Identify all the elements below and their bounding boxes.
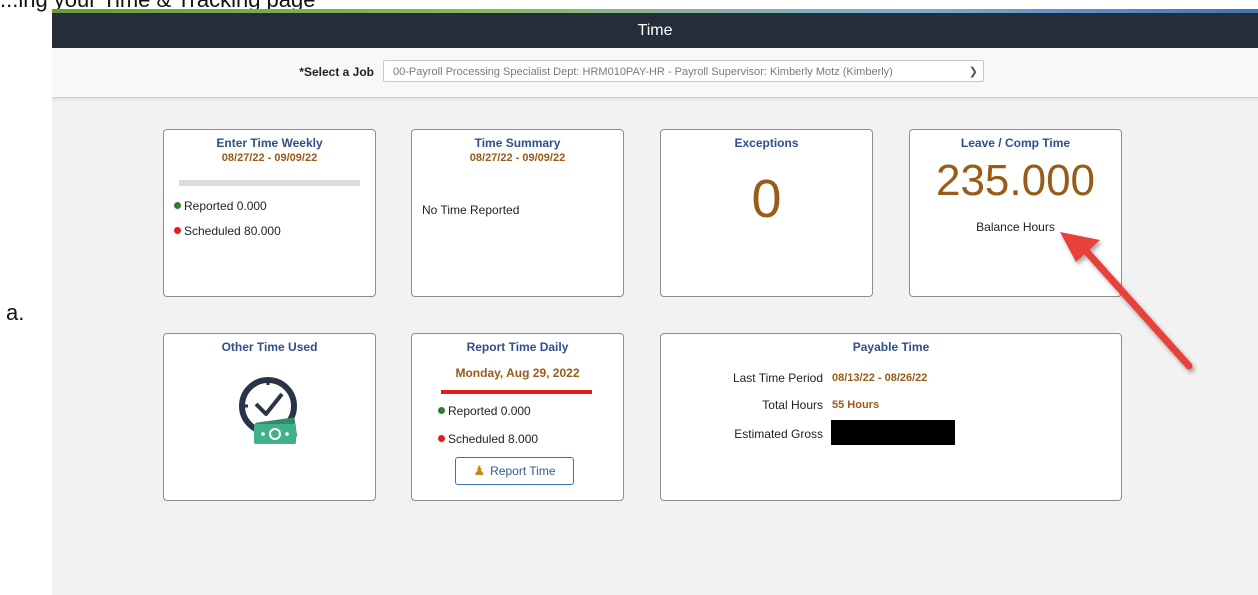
annotation-arrow-icon: [1060, 232, 1193, 370]
